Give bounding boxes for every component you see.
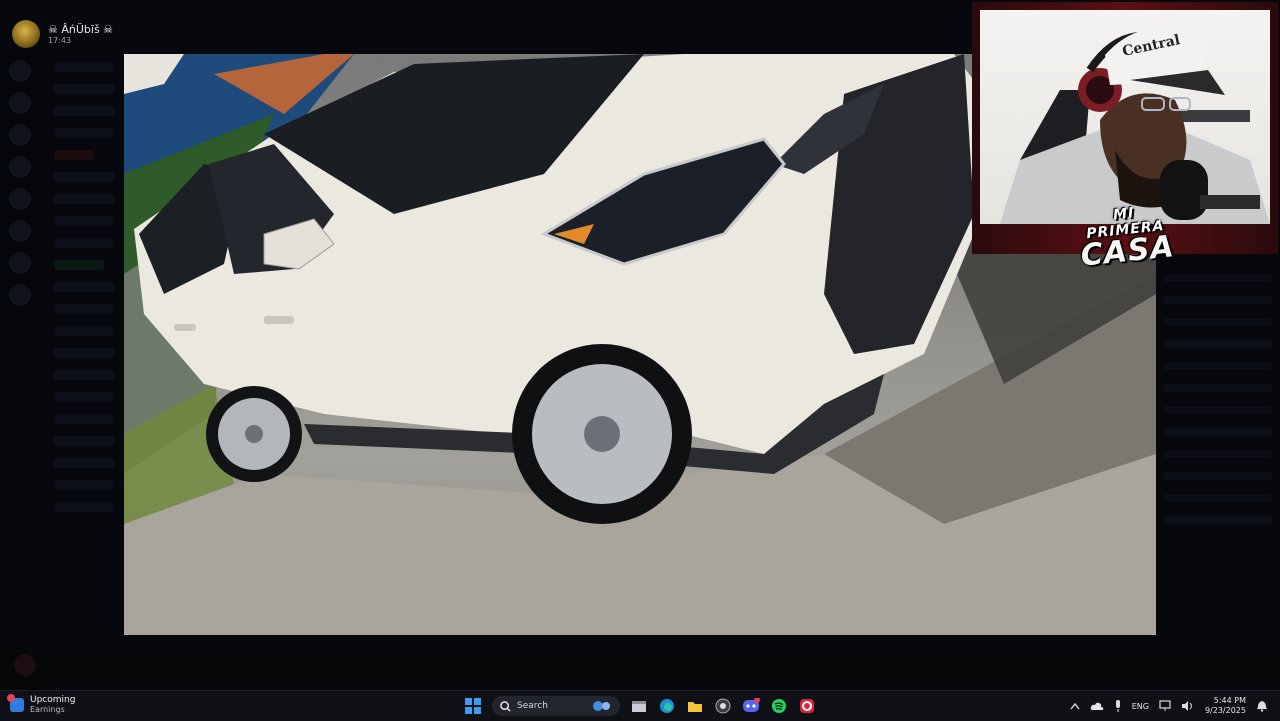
file-explorer-icon[interactable] <box>628 695 650 717</box>
channel-item <box>54 458 114 468</box>
calendar-icon <box>7 694 24 712</box>
channel-item <box>54 304 114 314</box>
system-tray: ENG 5:44 PM 9/23/2025 <box>1070 695 1268 717</box>
member-list <box>1156 260 1280 680</box>
taskbar-search[interactable]: Search <box>492 696 620 716</box>
channel-item <box>54 106 114 116</box>
channel-item <box>54 348 114 358</box>
channel-item <box>54 480 114 490</box>
channel-item <box>54 392 114 402</box>
stream-user-header: ☠ ÂńÜbīš ☠ 17:43 <box>12 20 113 48</box>
server-icon <box>9 284 31 306</box>
webcam-feed: Central <box>980 10 1270 224</box>
overlay-logo: MI PRIMERA CASA <box>1073 201 1179 274</box>
widgets-button[interactable]: Upcoming Earnings <box>7 694 76 715</box>
clock[interactable]: 5:44 PM 9/23/2025 <box>1205 696 1246 716</box>
channel-item <box>54 194 114 204</box>
server-icon <box>9 220 31 242</box>
notification-badge <box>7 694 15 702</box>
channel-item <box>54 128 114 138</box>
avatar <box>12 20 40 48</box>
user-panel <box>0 646 1280 686</box>
microphone-icon[interactable] <box>1114 700 1122 712</box>
server-icon <box>9 252 31 274</box>
cloud-icon[interactable] <box>1090 701 1104 711</box>
channel-item <box>54 414 114 424</box>
discord-icon[interactable] <box>740 695 762 717</box>
server-icon <box>9 156 31 178</box>
server-icon <box>9 188 31 210</box>
opera-icon[interactable] <box>796 695 818 717</box>
channel-item <box>54 62 114 72</box>
folder-icon[interactable] <box>684 695 706 717</box>
taskbar: Upcoming Earnings Search ENG 5:44 PM 9/2… <box>0 690 1280 721</box>
channel-item <box>54 172 114 182</box>
channel-item <box>54 216 114 226</box>
start-button[interactable] <box>462 695 484 717</box>
channel-item <box>54 260 104 270</box>
language-indicator[interactable]: ENG <box>1132 702 1149 711</box>
search-highlight-icon <box>593 701 610 711</box>
widget-title: Upcoming <box>30 695 76 705</box>
server-icon <box>9 124 31 146</box>
volume-icon[interactable] <box>1181 700 1195 712</box>
server-icon <box>9 92 31 114</box>
user-name: ☠ ÂńÜbīš ☠ <box>48 22 114 36</box>
search-placeholder: Search <box>517 701 548 711</box>
channel-item <box>54 84 114 94</box>
avatar <box>14 654 36 676</box>
channel-item <box>54 326 114 336</box>
channel-item <box>54 282 114 292</box>
post-time: 17:43 <box>48 35 72 45</box>
channel-item <box>54 502 114 512</box>
notification-bell-icon[interactable] <box>1256 700 1268 712</box>
spotify-icon[interactable] <box>768 695 790 717</box>
chrome-icon[interactable] <box>712 695 734 717</box>
channel-item <box>54 370 114 380</box>
edge-icon[interactable] <box>656 695 678 717</box>
channel-item <box>54 150 94 160</box>
widget-subtitle: Earnings <box>30 705 65 714</box>
chevron-up-icon[interactable] <box>1070 702 1080 710</box>
server-icon <box>9 60 31 82</box>
channel-list <box>40 50 124 670</box>
search-icon <box>500 700 511 712</box>
channel-item <box>54 436 114 446</box>
clock-time: 5:44 PM <box>1213 696 1246 705</box>
windows-logo-icon <box>465 698 481 714</box>
channel-item <box>54 238 114 248</box>
server-sidebar <box>0 50 40 690</box>
streamer-illustration <box>1000 27 1270 224</box>
taskbar-apps: Search <box>462 695 818 717</box>
clock-date: 9/23/2025 <box>1204 706 1246 715</box>
network-icon[interactable] <box>1159 700 1171 712</box>
